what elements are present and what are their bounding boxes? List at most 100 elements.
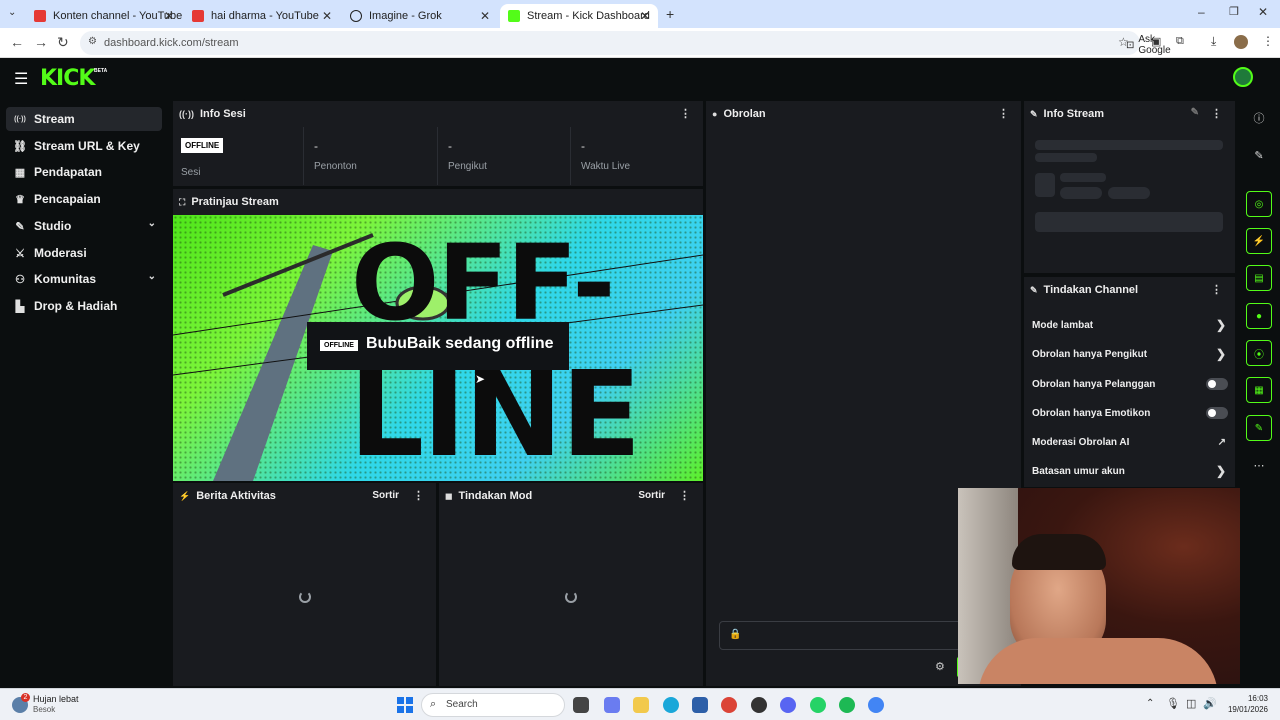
whatsapp-icon[interactable] <box>810 697 826 713</box>
reload-icon[interactable]: ↻ <box>57 34 69 51</box>
emotes-only-toggle[interactable] <box>1206 407 1228 419</box>
more-options-icon[interactable]: ⋮ <box>413 489 424 502</box>
action-followers-only[interactable]: Obrolan hanya Pengikut ❯ <box>1032 344 1232 364</box>
sidebar-item-studio[interactable]: ✎ Studio ⌄ <box>6 214 162 238</box>
hamburger-menu-icon[interactable]: ☰ <box>14 69 28 89</box>
windows-start-icon[interactable] <box>397 697 413 713</box>
panel-title: Pratinjau Stream <box>191 196 279 208</box>
sort-button[interactable]: Sortir <box>638 490 665 501</box>
forward-icon[interactable]: → <box>34 34 48 50</box>
download-icon[interactable]: ⤓ <box>1211 34 1216 49</box>
close-icon[interactable]: ✕ <box>640 9 650 23</box>
wrench-icon[interactable]: ✎ <box>1246 415 1272 441</box>
edit-icon[interactable]: ✎ <box>1191 107 1199 118</box>
browser-tab-youtube[interactable]: hai dharma - YouTube ✕ <box>184 4 340 28</box>
user-avatar[interactable] <box>1233 67 1253 87</box>
microphone-icon[interactable]: 🎙 <box>1166 697 1180 710</box>
chevron-down-icon[interactable]: ⌄ <box>148 218 156 229</box>
tab-label: hai dharma - YouTube <box>211 10 319 22</box>
sidebar-item-komunitas[interactable]: ⚇ Komunitas ⌄ <box>6 267 162 291</box>
sort-button[interactable]: Sortir <box>372 490 399 501</box>
document-icon[interactable]: ▤ <box>1246 265 1272 291</box>
youtube-icon <box>192 10 204 22</box>
taskbar-search-box[interactable]: ⌕ Search <box>421 693 565 717</box>
action-account-age[interactable]: Batasan umur akun ❯ <box>1032 461 1232 481</box>
chat-settings-icon[interactable]: ⚙ <box>935 660 945 673</box>
offline-big-text-top: OFF- <box>351 222 615 344</box>
chevron-down-icon[interactable]: ⌄ <box>148 271 156 282</box>
sidebar-item-pendapatan[interactable]: ▦ Pendapatan <box>6 160 162 184</box>
chrome-icon[interactable] <box>721 697 737 713</box>
more-options-icon[interactable]: ⋮ <box>1211 283 1222 296</box>
browser-tab-youtube-studio[interactable]: Konten channel - YouTube Stud ✕ <box>26 4 182 28</box>
layout-icon[interactable]: ▦ <box>1246 377 1272 403</box>
browser-menu-icon[interactable]: ⋮ <box>1262 34 1274 48</box>
new-tab-icon[interactable]: + <box>666 6 674 22</box>
store-icon[interactable] <box>692 697 708 713</box>
tab-search-icon[interactable]: ⌄ <box>8 7 16 18</box>
url-field[interactable]: ⚙ dashboard.kick.com/stream ⊡ Ask Google… <box>80 31 1171 56</box>
clip-icon[interactable]: ◎ <box>1246 191 1272 217</box>
sidepanel-icon[interactable]: ▣ <box>1151 35 1161 48</box>
spotify-icon[interactable] <box>839 697 855 713</box>
loading-spinner <box>565 591 577 603</box>
skeleton-thumb <box>1035 173 1055 197</box>
network-icon[interactable]: ◫ <box>1186 697 1196 710</box>
copilot-icon[interactable] <box>604 697 620 713</box>
lightning-icon[interactable]: ⚡ <box>1246 228 1272 254</box>
chat-bubble-icon[interactable]: ● <box>1246 303 1272 329</box>
steam-icon[interactable] <box>751 697 767 713</box>
back-icon[interactable]: ← <box>10 34 24 50</box>
panel-title: Tindakan Mod <box>458 490 533 502</box>
panel-header: ✎ Tindakan Channel ⋮ <box>1024 277 1235 303</box>
profile-avatar[interactable] <box>1234 35 1248 49</box>
brush-icon: ✎ <box>15 220 25 233</box>
broadcast-icon[interactable]: ⦿ <box>1246 340 1272 366</box>
offline-thumbnail: OFF- LINE OFFLINE BubuBaik sedang offlin… <box>173 215 703 481</box>
more-options-icon[interactable]: ⋮ <box>998 107 1009 120</box>
panel-header: ● Obrolan ⋮ <box>706 101 1021 127</box>
edit-icon[interactable]: ✎ <box>1246 142 1272 168</box>
info-icon[interactable]: ⓘ <box>1246 105 1272 131</box>
sidebar-item-stream[interactable]: ((·)) Stream <box>6 107 162 131</box>
close-icon[interactable]: ✕ <box>322 9 332 23</box>
close-icon[interactable]: ✕ <box>480 9 490 23</box>
minimize-icon[interactable]: – <box>1198 5 1205 19</box>
close-icon[interactable]: ✕ <box>164 9 174 23</box>
site-info-icon[interactable]: ⚙ <box>88 36 97 47</box>
bookmark-star-icon[interactable]: ☆ <box>1118 35 1129 49</box>
more-options-icon[interactable]: ⋮ <box>1211 107 1222 120</box>
chrome-active-icon[interactable] <box>868 697 884 713</box>
browser-tab-kick[interactable]: Stream - Kick Dashboard ✕ <box>500 4 658 28</box>
tray-chevron-icon[interactable]: ⌃ <box>1146 698 1154 709</box>
discord-icon[interactable] <box>780 697 796 713</box>
youtube-icon <box>34 10 46 22</box>
browser-tab-grok[interactable]: Imagine - Grok ✕ <box>342 4 498 28</box>
sidebar-item-label: Moderasi <box>34 246 87 260</box>
maximize-icon[interactable]: ❐ <box>1229 5 1239 18</box>
subscribers-only-toggle[interactable] <box>1206 378 1228 390</box>
more-options-icon[interactable]: ⋮ <box>679 489 690 502</box>
extensions-icon[interactable]: ⧉ <box>1176 35 1184 48</box>
file-explorer-icon[interactable] <box>633 697 649 713</box>
window-close-icon[interactable]: ✕ <box>1258 5 1268 19</box>
action-slow-mode[interactable]: Mode lambat ❯ <box>1032 315 1232 335</box>
edge-icon[interactable] <box>663 697 679 713</box>
more-options-icon[interactable]: ⋮ <box>680 107 691 120</box>
sidebar-item-moderasi[interactable]: ⚔ Moderasi <box>6 241 162 265</box>
clock-date[interactable]: 19/01/2026 <box>1222 705 1268 714</box>
stat-session: OFFLINE Sesi <box>173 127 304 185</box>
volume-icon[interactable]: 🔊 <box>1203 697 1217 710</box>
sidebar-item-drop-hadiah[interactable]: ▙ Drop & Hadiah <box>6 294 162 318</box>
action-label: Obrolan hanya Pelanggan <box>1032 378 1156 390</box>
kick-logo[interactable]: KICK <box>40 66 95 91</box>
clock-time[interactable]: 16:03 <box>1222 694 1268 703</box>
sidebar-item-stream-url-key[interactable]: ⛓ Stream URL & Key <box>6 134 162 158</box>
task-view-icon[interactable] <box>573 697 589 713</box>
sidebar-item-pencapaian[interactable]: ♛ Pencapaian <box>6 187 162 211</box>
sidebar-item-label: Pencapaian <box>34 192 101 206</box>
stat-value: - <box>581 139 585 153</box>
action-ai-moderation[interactable]: Moderasi Obrolan AI ↗ <box>1032 432 1232 452</box>
more-icon[interactable]: ⋯ <box>1246 452 1272 478</box>
stat-value: - <box>314 139 318 153</box>
